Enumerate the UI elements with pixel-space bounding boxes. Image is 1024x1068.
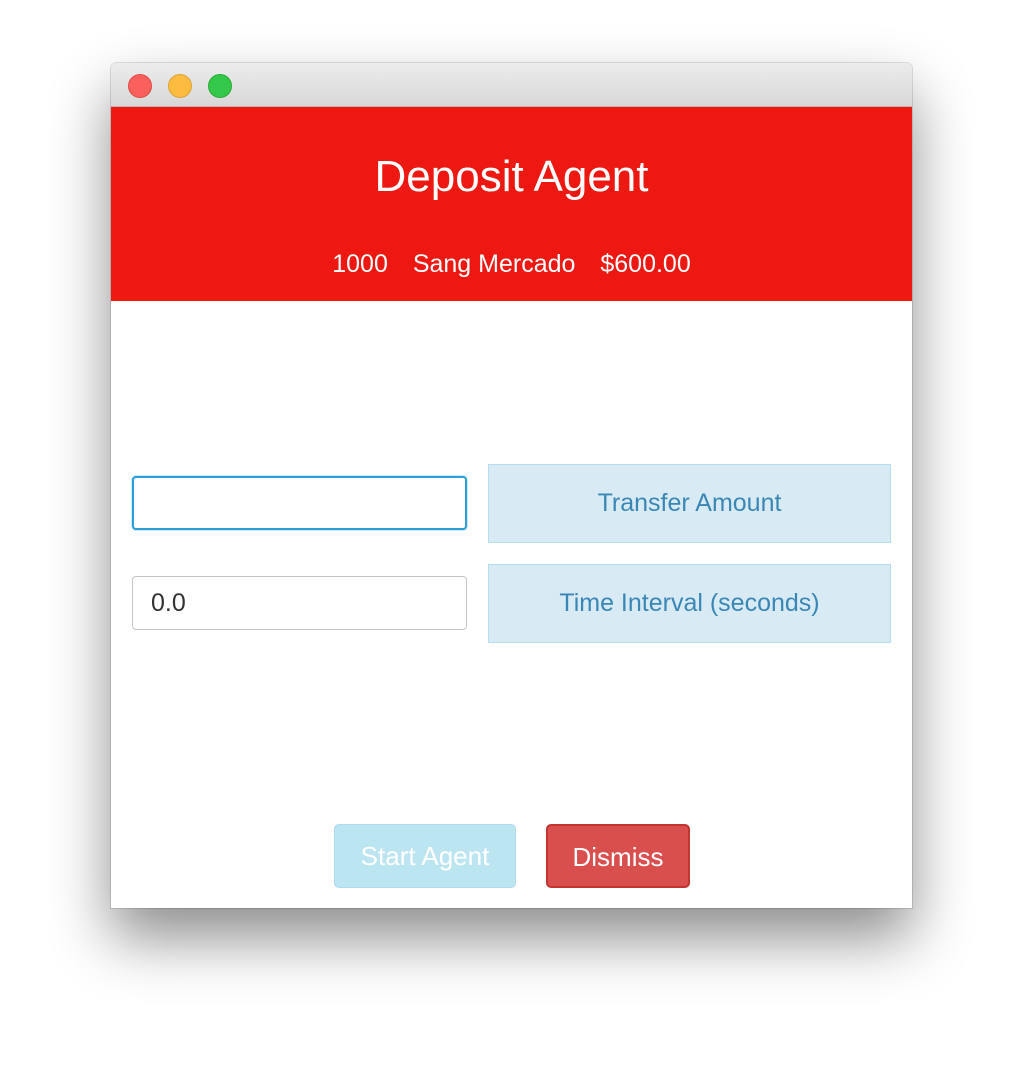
account-summary: 1000 Sang Mercado $600.00	[111, 249, 912, 279]
account-balance: $600.00	[600, 250, 691, 278]
deposit-agent-window: Deposit Agent 1000 Sang Mercado $600.00 …	[111, 63, 912, 908]
transfer-amount-input[interactable]	[132, 476, 467, 530]
page-title: Deposit Agent	[374, 152, 649, 201]
close-window-button[interactable]	[128, 74, 152, 98]
time-interval-input[interactable]	[132, 576, 467, 630]
transfer-amount-label: Transfer Amount	[488, 464, 891, 543]
account-number: 1000	[332, 250, 388, 278]
start-agent-button[interactable]: Start Agent	[334, 824, 516, 888]
time-interval-label: Time Interval (seconds)	[488, 564, 891, 643]
dismiss-button[interactable]: Dismiss	[546, 824, 690, 888]
maximize-window-button[interactable]	[208, 74, 232, 98]
agent-header: Deposit Agent 1000 Sang Mercado $600.00	[111, 107, 912, 301]
account-name: Sang Mercado	[412, 250, 576, 278]
window-titlebar	[111, 63, 912, 107]
minimize-window-button[interactable]	[168, 74, 192, 98]
